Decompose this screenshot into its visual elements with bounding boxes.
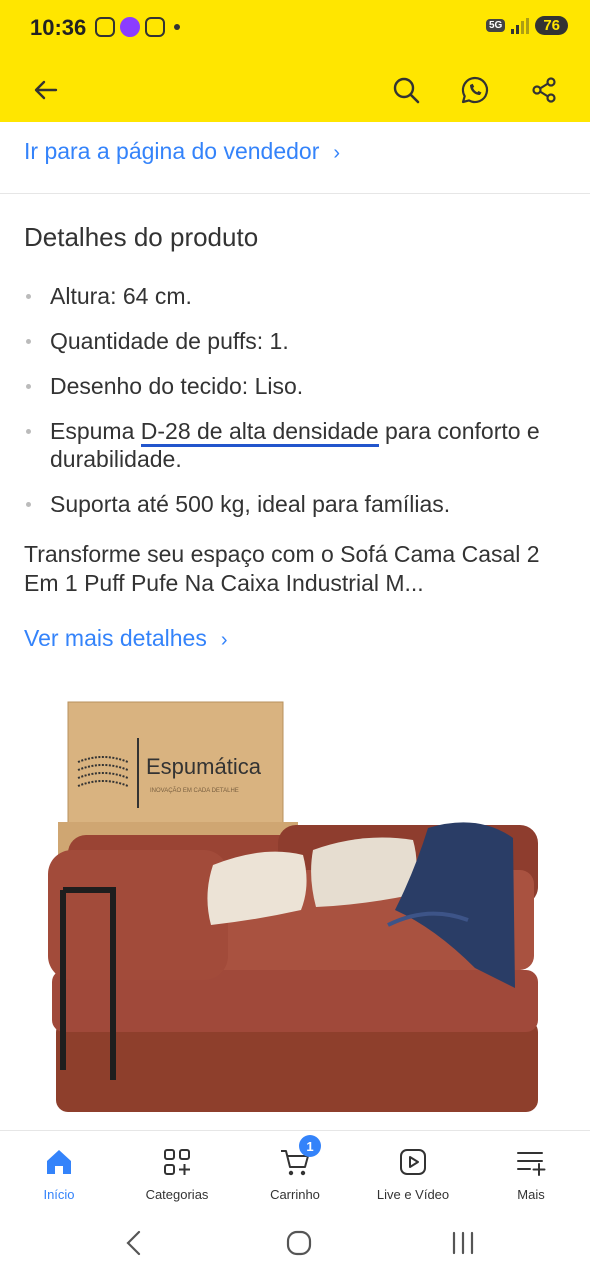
instagram-icon: [95, 17, 115, 37]
list-item: Suporta até 500 kg, ideal para famílias.: [24, 490, 564, 518]
battery-level: 76: [535, 16, 568, 35]
product-details-title: Detalhes do produto: [24, 222, 259, 252]
product-details-list: Altura: 64 cm. Quantidade de puffs: 1. D…: [24, 282, 564, 535]
list-item: Altura: 64 cm.: [24, 282, 564, 310]
menu-plus-icon: [517, 1152, 546, 1176]
scan-icon: [145, 17, 165, 37]
list-item: Quantidade de puffs: 1.: [24, 327, 564, 355]
nav-label: Live e Vídeo: [376, 1187, 450, 1202]
nav-label: Categorias: [145, 1187, 209, 1202]
nav-categories[interactable]: Categorias: [118, 1143, 236, 1202]
signal-icon: [511, 17, 530, 34]
arrow-left-icon: [34, 80, 58, 100]
system-back-button[interactable]: [122, 1228, 146, 1263]
product-image[interactable]: Espumática INOVAÇÃO EM CADA DETALHE: [38, 690, 548, 1120]
bullet-icon: [26, 502, 31, 507]
categories-icon: [164, 1149, 190, 1175]
detail-text: Altura: 64 cm.: [50, 283, 192, 309]
nav-cart[interactable]: 1 Carrinho: [236, 1135, 354, 1202]
home-circle-icon: [286, 1230, 312, 1256]
search-button[interactable]: [386, 70, 426, 110]
list-item: Desenho do tecido: Liso.: [24, 372, 564, 400]
nav-live-video[interactable]: Live e Vídeo: [354, 1143, 472, 1202]
bottom-navigation: Início Categorias 1 Carrinho Live e Víde…: [0, 1130, 590, 1211]
nav-label: Início: [43, 1187, 75, 1202]
bullet-icon: [26, 339, 31, 344]
system-recents-button[interactable]: [448, 1228, 478, 1263]
seller-page-link[interactable]: Ir para a página do vendedor ›: [24, 138, 340, 165]
nav-label: Mais: [517, 1187, 545, 1202]
video-play-icon: [400, 1149, 426, 1175]
search-icon: [393, 77, 420, 104]
chevron-left-icon: [126, 1230, 141, 1256]
status-notification-icons: [95, 17, 180, 37]
product-description: Transforme seu espaço com o Sofá Cama Ca…: [24, 541, 540, 596]
whatsapp-button[interactable]: [455, 70, 495, 110]
see-more-label: Ver mais detalhes: [24, 625, 207, 651]
box-brand-text: Espumática: [146, 754, 262, 779]
recents-icon: [452, 1231, 474, 1255]
app-notification-icon: [120, 17, 140, 37]
detail-text: Suporta até 500 kg, ideal para famílias.: [50, 491, 451, 517]
bullet-icon: [26, 384, 31, 389]
sofa-shape: [48, 822, 538, 1112]
cart-badge: 1: [299, 1135, 321, 1157]
detail-text: Espuma: [50, 418, 141, 444]
top-bar: [0, 56, 590, 122]
nav-label: Carrinho: [270, 1187, 320, 1202]
detail-text: Desenho do tecido: Liso.: [50, 373, 304, 399]
home-icon: [47, 1150, 71, 1174]
highlighted-text: D-28 de alta densidade: [140, 418, 379, 447]
status-bar: 10:36 5G 76: [0, 0, 590, 56]
divider: [0, 193, 590, 194]
network-type: 5G: [485, 19, 506, 32]
list-item: Espuma D-28 de alta densidade para confo…: [24, 417, 564, 473]
chevron-right-icon: ›: [220, 629, 228, 651]
see-more-details-link[interactable]: Ver mais detalhes ›: [24, 625, 228, 652]
chevron-right-icon: ›: [333, 142, 341, 164]
system-home-button[interactable]: [284, 1228, 314, 1263]
more-notifications-dot: [174, 24, 180, 30]
nav-more[interactable]: Mais: [472, 1143, 590, 1202]
bullet-icon: [26, 429, 31, 434]
share-button[interactable]: [524, 70, 564, 110]
detail-text: Quantidade de puffs: 1.: [50, 328, 289, 354]
box-tagline-text: INOVAÇÃO EM CADA DETALHE: [150, 787, 239, 794]
bullet-icon: [26, 294, 31, 299]
share-icon: [532, 77, 556, 103]
status-time: 10:36: [30, 15, 87, 40]
whatsapp-icon: [461, 76, 489, 104]
status-right: 5G 76: [485, 16, 568, 35]
nav-home[interactable]: Início: [0, 1143, 118, 1202]
back-button[interactable]: [26, 70, 66, 110]
system-navigation-bar: [0, 1210, 590, 1280]
seller-link-label: Ir para a página do vendedor: [24, 138, 320, 164]
